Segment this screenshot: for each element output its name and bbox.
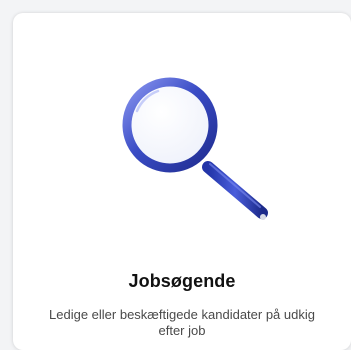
card-title: Jobsøgende <box>128 271 236 291</box>
magnifying-glass-icon <box>110 75 280 235</box>
jobseeker-card[interactable]: Jobsøgende Ledige eller beskæftigede kan… <box>13 13 351 350</box>
card-description: Ledige eller beskæftigede kandidater på … <box>49 307 315 338</box>
